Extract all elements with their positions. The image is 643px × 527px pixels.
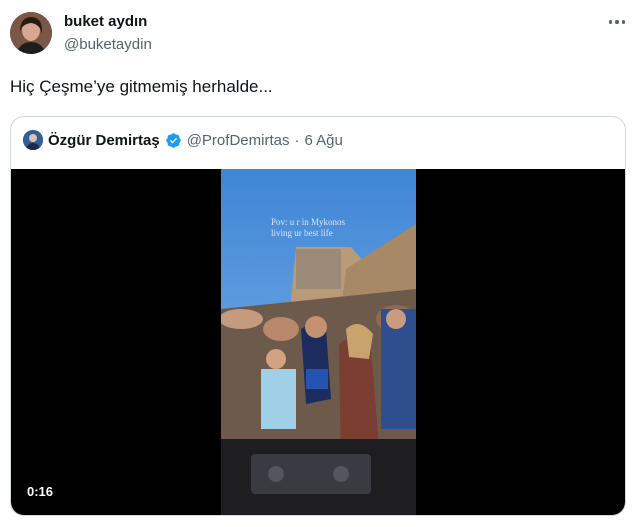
quoted-author-avatar[interactable]: [23, 130, 43, 150]
more-options-button[interactable]: [605, 12, 629, 32]
video-caption-line-1: Pov: u r in Mykonos: [271, 217, 346, 227]
quoted-author-name[interactable]: Özgür Demirtaş: [48, 132, 160, 149]
tweet-text: Hiç Çeşme’ye gitmemiş herhalde...: [10, 77, 273, 96]
author-name[interactable]: buket aydın: [64, 13, 147, 30]
quoted-author-handle[interactable]: @ProfDemirtas: [187, 132, 290, 149]
video-player[interactable]: Pov: u r in Mykonos living ur best life …: [11, 169, 625, 515]
video-frame: Pov: u r in Mykonos living ur best life: [221, 169, 416, 515]
author-avatar[interactable]: [10, 12, 52, 54]
dot-separator: ·: [294, 131, 300, 149]
quoted-tweet-header: Özgür Demirtaş @ProfDemirtas · 6 Ağu: [23, 129, 343, 151]
more-icon: [608, 20, 613, 24]
verified-badge-icon: [165, 132, 181, 148]
video-duration: 0:16: [27, 484, 54, 499]
video-caption: Pov: u r in Mykonos living ur best life: [271, 217, 345, 239]
quoted-tweet[interactable]: Özgür Demirtaş @ProfDemirtas · 6 Ağu Pov…: [10, 116, 626, 516]
video-caption-line-2: living ur best life: [271, 228, 333, 238]
quoted-tweet-date[interactable]: 6 Ağu: [304, 132, 342, 149]
author-handle[interactable]: @buketaydin: [64, 36, 152, 53]
